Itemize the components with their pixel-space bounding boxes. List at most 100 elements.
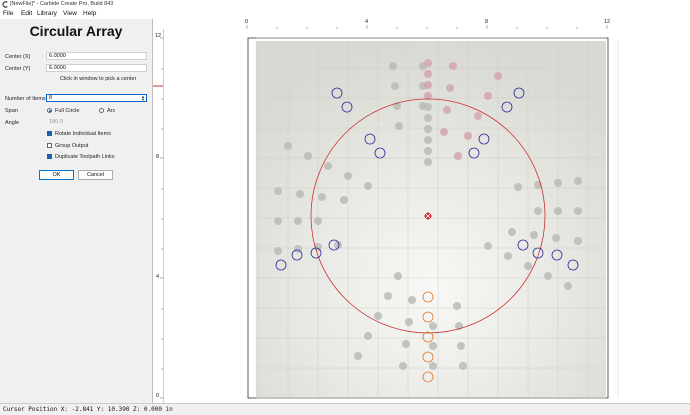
hole-dot — [389, 62, 397, 70]
hole-dot — [443, 106, 451, 114]
hole-dot — [304, 152, 312, 160]
hole-dot — [457, 342, 465, 350]
number-of-items-label: Number of Items — [5, 96, 46, 102]
hole-dot — [318, 193, 326, 201]
hole-dot — [449, 62, 457, 70]
hole-dot — [554, 207, 562, 215]
hole-dot — [424, 103, 432, 111]
hole-dot — [424, 81, 432, 89]
hole-dot — [391, 82, 399, 90]
center-y-label: Center (Y) — [5, 66, 31, 72]
hole-dot — [274, 187, 282, 195]
hole-dot — [395, 122, 403, 130]
hole-dot — [429, 322, 437, 330]
center-x-input[interactable]: 6.0000 — [46, 52, 147, 60]
duplicate-toolpath-checkbox[interactable] — [47, 154, 52, 159]
menu-edit[interactable]: Edit — [21, 10, 32, 17]
hole-dot — [424, 158, 432, 166]
rotate-items-checkbox[interactable] — [47, 131, 52, 136]
menu-view[interactable]: View — [63, 10, 77, 17]
hole-dot — [374, 312, 382, 320]
status-bar: Cursor Position X: -2.841 Y: 10.390 Z: 0… — [0, 403, 690, 415]
hole-dot — [364, 182, 372, 190]
rotate-items-label: Rotate Individual Items — [55, 131, 111, 137]
hole-dot — [508, 228, 516, 236]
vertical-ruler: 12 8 4 0 — [153, 29, 164, 403]
hole-dot — [484, 92, 492, 100]
hole-dot — [274, 247, 282, 255]
hole-dot — [564, 282, 572, 290]
hole-dot — [544, 272, 552, 280]
hole-dot — [494, 72, 502, 80]
hole-dot — [284, 142, 292, 150]
span-arc-radio[interactable] — [99, 108, 104, 113]
menu-file[interactable]: File — [3, 10, 13, 17]
hole-dot — [504, 252, 512, 260]
hole-dot — [344, 172, 352, 180]
menu-help[interactable]: Help — [83, 10, 96, 17]
ok-button[interactable]: OK — [39, 170, 74, 180]
hole-dot — [574, 177, 582, 185]
hole-dot — [424, 114, 432, 122]
vertical-ruler-ticks — [153, 37, 163, 399]
hole-dot — [399, 362, 407, 370]
ruler-y-tick-0: 0 — [156, 393, 160, 399]
hole-dot — [354, 352, 362, 360]
hole-dot — [446, 84, 454, 92]
ruler-x-tick-0: 0 — [245, 19, 249, 25]
hole-dot — [534, 207, 542, 215]
cancel-button[interactable]: Cancel — [78, 170, 113, 180]
ruler-y-tick-12: 12 — [155, 33, 162, 39]
hole-dot — [554, 179, 562, 187]
hole-dot — [453, 302, 461, 310]
span-full-circle-radio[interactable] — [47, 108, 52, 113]
hole-dot — [464, 132, 472, 140]
angle-label: Angle — [5, 120, 20, 126]
hole-dot — [424, 59, 432, 67]
ruler-x-tick-8: 8 — [485, 19, 489, 25]
spinner-arrows-icon[interactable]: ▲ ▼ — [140, 95, 146, 102]
number-of-items-value: 8 — [49, 95, 53, 101]
app-icon — [2, 1, 8, 8]
hole-dot — [424, 136, 432, 144]
hole-dot — [424, 147, 432, 155]
span-label: Span — [5, 108, 18, 114]
hole-dot — [454, 152, 462, 160]
hole-dot — [424, 125, 432, 133]
circular-array-panel: Circular Array Center (X) 6.0000 Center … — [0, 19, 153, 403]
panel-heading: Circular Array — [29, 23, 123, 39]
hole-dot — [459, 362, 467, 370]
hole-dot — [424, 70, 432, 78]
hole-dot — [429, 342, 437, 350]
group-output-label: Group Output — [55, 143, 89, 149]
hole-dot — [294, 217, 302, 225]
ruler-x-tick-4: 4 — [365, 19, 369, 25]
number-of-items-input[interactable]: 8 ▲ ▼ — [46, 94, 147, 102]
hole-dot — [405, 318, 413, 326]
design-canvas[interactable] — [164, 29, 690, 403]
group-output-checkbox[interactable] — [47, 143, 52, 148]
hole-dot — [340, 196, 348, 204]
span-full-circle-label: Full Circle — [55, 108, 80, 114]
hole-dot — [314, 217, 322, 225]
array-center-marker-icon[interactable] — [423, 211, 433, 221]
hole-dot — [474, 112, 482, 120]
hole-dot — [429, 362, 437, 370]
hole-dot — [296, 190, 304, 198]
angle-input[interactable]: 180.0 — [46, 118, 147, 126]
menu-bar: File Edit Library View Help — [0, 10, 690, 19]
hole-dot — [574, 207, 582, 215]
hole-dot — [484, 242, 492, 250]
hole-dot — [574, 237, 582, 245]
window-title: [NewFile]* - Carbide Create Pro, Build 8… — [10, 1, 114, 7]
hole-dot — [514, 183, 522, 191]
ruler-y-tick-8: 8 — [156, 154, 160, 160]
pick-center-hint: Click in window to pick a center — [60, 76, 137, 82]
hole-dot — [524, 262, 532, 270]
hole-dot — [530, 231, 538, 239]
hole-dot — [324, 162, 332, 170]
ruler-x-tick-12: 12 — [604, 19, 611, 25]
center-y-input[interactable]: 6.0000 — [46, 64, 147, 72]
canvas-drawing[interactable] — [164, 29, 690, 403]
menu-library[interactable]: Library — [37, 10, 57, 17]
